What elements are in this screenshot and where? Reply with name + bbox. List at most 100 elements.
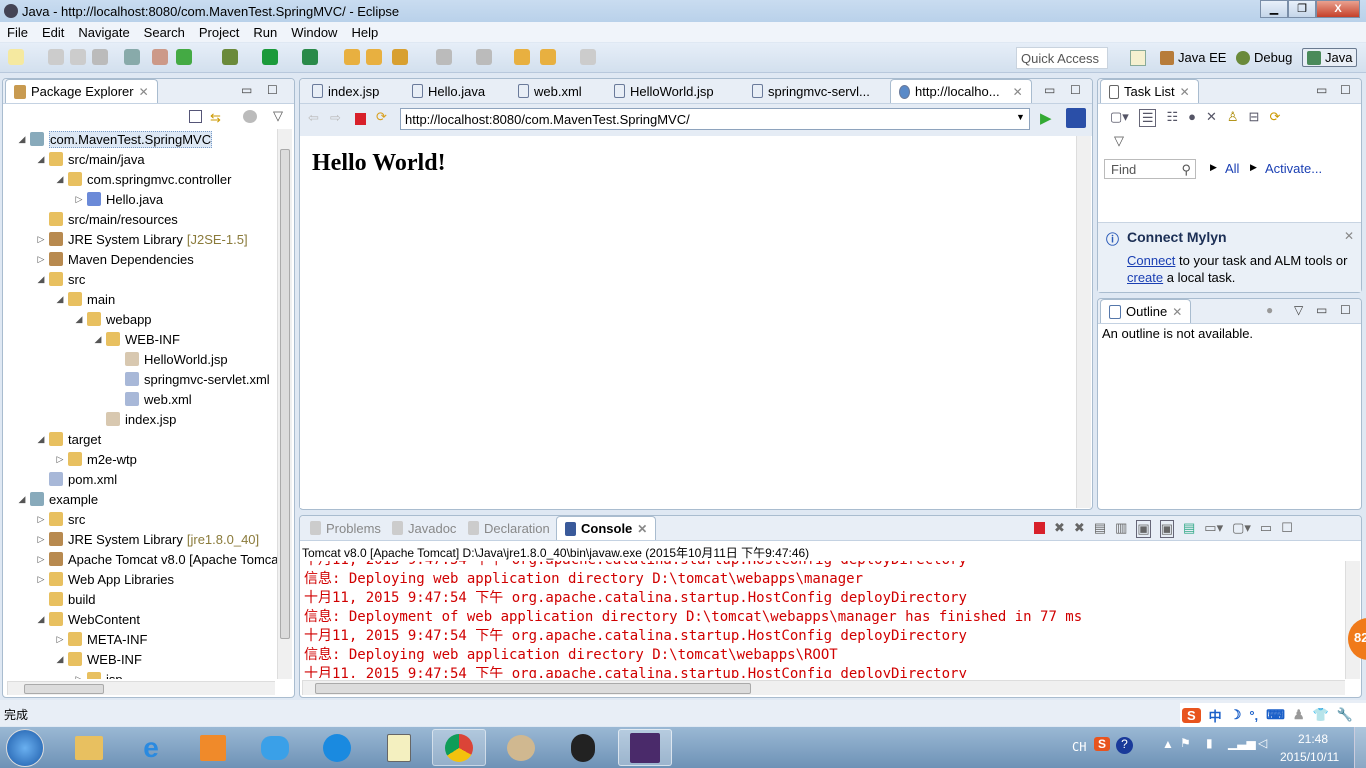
volume-icon[interactable]: ◁ [1258, 736, 1267, 750]
collapsed-arrow-icon[interactable]: ▷ [36, 574, 46, 585]
tab-problems[interactable]: Problems [302, 516, 389, 540]
editor-tab[interactable]: springmvc-servl... [744, 79, 878, 103]
tree-item[interactable]: ▷ Hello.java [3, 189, 279, 209]
tab-declaration[interactable]: Declaration [460, 516, 558, 540]
close-icon[interactable]: ✕ [637, 522, 647, 536]
collapsed-arrow-icon[interactable]: ▷ [36, 554, 46, 565]
user-icon[interactable]: ♟ [1293, 707, 1305, 723]
tree-item[interactable]: index.jsp [3, 409, 279, 429]
expanded-arrow-icon[interactable]: ◢ [36, 434, 46, 445]
filter-icon[interactable]: ● [1188, 109, 1196, 127]
hide-completed-icon[interactable]: ✕ [1206, 109, 1217, 127]
filter-icon[interactable]: ● [1266, 303, 1273, 317]
moon-icon[interactable]: ☽ [1230, 707, 1242, 723]
tab-javadoc[interactable]: Javadoc [384, 516, 464, 540]
tree-item[interactable]: ▷ JRE System Library [J2SE-1.5] [3, 229, 279, 249]
taskbar-qq[interactable] [556, 729, 610, 766]
view-menu-icon[interactable]: ▽ [1294, 303, 1303, 317]
scheduled-icon[interactable]: ☷ [1166, 109, 1178, 127]
menu-search[interactable]: Search [137, 25, 192, 40]
open-perspective-button[interactable] [1130, 50, 1146, 66]
tree-item[interactable]: ◢ src/main/java [3, 149, 279, 169]
create-link[interactable]: create [1127, 270, 1163, 285]
tab-package-explorer[interactable]: Package Explorer ✕ [5, 79, 158, 103]
minimize-icon[interactable]: ▭ [1260, 520, 1272, 538]
editor-tab[interactable]: web.xml [510, 79, 590, 103]
collapsed-arrow-icon[interactable]: ▷ [36, 234, 46, 245]
toolbar-button-6-icon[interactable] [176, 49, 192, 65]
close-icon[interactable]: ✕ [1180, 85, 1190, 99]
maximize-icon[interactable]: ☐ [1281, 520, 1293, 538]
console-horizontal-scrollbar[interactable] [302, 680, 1345, 695]
maximize-icon[interactable]: ☐ [1340, 303, 1351, 317]
forward-icon[interactable]: ⇨ [330, 110, 341, 126]
tree-item[interactable]: ▷ src [3, 509, 279, 529]
menu-run[interactable]: Run [246, 25, 284, 40]
sogou-icon[interactable]: S [1182, 707, 1201, 723]
start-button[interactable] [6, 729, 44, 767]
collapsed-arrow-icon[interactable]: ▷ [74, 674, 84, 680]
skin-icon[interactable]: 👕 [1313, 707, 1329, 723]
clock-date[interactable]: 2015/10/11 [1280, 750, 1339, 764]
taskbar-sogou-browser[interactable] [310, 729, 364, 766]
tree-item[interactable]: ◢ com.MavenTest.SpringMVC [3, 129, 279, 149]
collapsed-arrow-icon[interactable]: ▷ [55, 634, 65, 645]
editor-tab[interactable]: index.jsp [304, 79, 387, 103]
minimize-button[interactable]: ▁ [1260, 0, 1288, 18]
toolbar-button-9-icon[interactable] [302, 49, 318, 65]
tree-item[interactable]: ◢ com.springmvc.controller [3, 169, 279, 189]
menu-project[interactable]: Project [192, 25, 246, 40]
tree-item[interactable]: ◢ example [3, 489, 279, 509]
tree-item[interactable]: ▷ JRE System Library [jre1.8.0_40] [3, 529, 279, 549]
menu-window[interactable]: Window [284, 25, 344, 40]
menu-help[interactable]: Help [344, 25, 385, 40]
power-icon[interactable]: ▮ [1206, 736, 1213, 750]
help-icon[interactable]: ? [1116, 737, 1133, 754]
tree-item[interactable]: web.xml [3, 389, 279, 409]
word-wrap-icon[interactable]: ▥ [1115, 520, 1127, 538]
new-task-icon[interactable]: ▢▾ [1110, 109, 1129, 127]
tab-outline[interactable]: Outline ✕ [1100, 299, 1192, 323]
expanded-arrow-icon[interactable]: ◢ [74, 314, 84, 325]
focus-icon[interactable]: ♙ [1227, 109, 1239, 127]
close-icon[interactable]: ✕ [1013, 85, 1023, 99]
tree-item[interactable]: ◢ src [3, 269, 279, 289]
network-icon[interactable]: ▁▃▅ [1228, 736, 1256, 750]
punctuation-icon[interactable]: °, [1249, 708, 1258, 723]
show-on-stderr-icon[interactable]: ▣ [1159, 520, 1174, 538]
all-link[interactable]: All [1225, 161, 1239, 176]
tree-item[interactable]: pom.xml [3, 469, 279, 489]
taskbar-media[interactable] [186, 729, 240, 766]
minimize-icon[interactable]: ▭ [1316, 83, 1327, 97]
tree-item[interactable]: ◢ WEB-INF [3, 649, 279, 669]
open-console-icon[interactable]: ▢▾ [1232, 520, 1251, 538]
collapsed-arrow-icon[interactable]: ▷ [36, 534, 46, 545]
minimize-icon[interactable]: ▭ [1044, 83, 1055, 97]
toolbar-button-15-icon[interactable] [514, 49, 530, 65]
expanded-arrow-icon[interactable]: ◢ [36, 274, 46, 285]
find-input[interactable]: Find ⚲ [1104, 159, 1196, 179]
tree-item[interactable]: springmvc-servlet.xml [3, 369, 279, 389]
show-desktop-button[interactable] [1354, 727, 1366, 768]
url-input[interactable]: http://localhost:8080/com.MavenTest.Spri… [400, 108, 1030, 130]
expanded-arrow-icon[interactable]: ◢ [17, 494, 27, 505]
taskbar-chart-app[interactable] [372, 729, 426, 766]
view-menu-icon[interactable]: ▽ [1114, 133, 1124, 149]
pin-console-icon[interactable]: ▤ [1183, 520, 1195, 538]
tree-item[interactable]: ▷ Maven Dependencies [3, 249, 279, 269]
expanded-arrow-icon[interactable]: ◢ [93, 334, 103, 345]
tree-item[interactable]: ◢ webapp [3, 309, 279, 329]
remove-all-icon[interactable]: ✖ [1074, 520, 1085, 538]
tree-horizontal-scrollbar[interactable] [7, 681, 275, 695]
toolbar-button-8-icon[interactable] [262, 49, 278, 65]
display-console-icon[interactable]: ▭▾ [1204, 520, 1223, 538]
taskbar-eclipse[interactable] [618, 729, 672, 766]
toolbar-button-7-icon[interactable] [222, 49, 238, 65]
tree-vertical-scrollbar[interactable] [277, 129, 292, 679]
tree-item[interactable]: ◢ WEB-INF [3, 329, 279, 349]
collapsed-arrow-icon[interactable]: ▷ [36, 514, 46, 525]
maximize-icon[interactable]: ☐ [267, 83, 278, 97]
collapsed-arrow-icon[interactable]: ▷ [74, 194, 84, 205]
expanded-arrow-icon[interactable]: ◢ [17, 134, 27, 145]
toolbar-button-5-icon[interactable] [152, 49, 168, 65]
